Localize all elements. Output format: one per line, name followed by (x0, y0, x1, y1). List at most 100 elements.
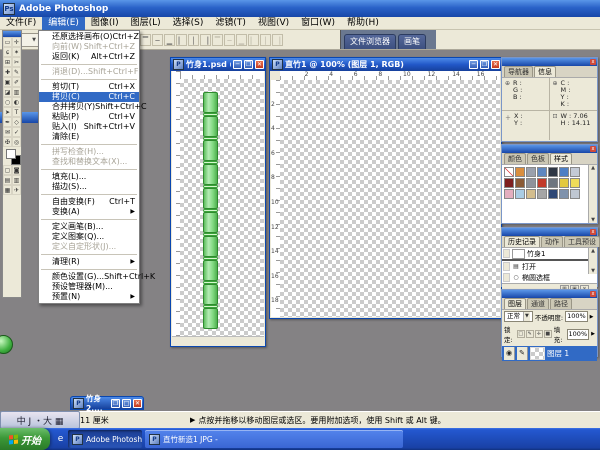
fill-value[interactable]: 100% (567, 329, 590, 340)
minwin-restore-button[interactable]: ❐ (111, 399, 120, 408)
doc1-canvas[interactable] (180, 79, 264, 337)
edit-menu-item-copy[interactable]: 拷贝(C)Ctrl+C (39, 92, 139, 102)
slider-arrow-icon[interactable]: ▶ (591, 331, 595, 337)
layers-tab-通道[interactable]: 通道 (527, 298, 549, 309)
history-brush-gutter[interactable] (503, 249, 510, 258)
style-swatch[interactable] (515, 189, 525, 199)
doc2-titlebar[interactable]: P 直竹1 @ 100% (图层 1, RGB) ─ ❐ ✕ (270, 58, 501, 71)
history-palette-titlebar[interactable]: x (502, 228, 597, 236)
style-swatch[interactable] (537, 167, 547, 177)
layer-row-selected[interactable]: ◉ ✎ 图层 1 (502, 346, 597, 361)
palette-well-tab-1[interactable]: 画笔 (398, 34, 426, 49)
layers-tab-图层[interactable]: 图层 (504, 298, 526, 309)
menubar-item-select[interactable]: 选择(S) (167, 17, 210, 30)
floating-green-orb-icon[interactable] (0, 335, 13, 354)
task-bamboo-image[interactable]: P直竹新造1 JPG - (145, 430, 403, 448)
style-swatch[interactable] (570, 189, 580, 199)
history-brush-tool[interactable]: ✐ (12, 77, 21, 87)
style-swatch[interactable] (548, 167, 558, 177)
lasso-tool[interactable]: ɕ (3, 47, 12, 57)
menubar-item-filter[interactable]: 滤镜(T) (209, 17, 252, 30)
close-icon[interactable]: x (590, 59, 596, 65)
path-selection-tool[interactable]: ➤ (3, 107, 12, 117)
app-titlebar[interactable]: Ps Adobe Photoshop (0, 0, 600, 17)
history-tab-历史记录[interactable]: 历史记录 (504, 236, 540, 247)
style-swatch[interactable] (548, 189, 558, 199)
menubar-item-edit[interactable]: 编辑(E) (42, 17, 85, 30)
fullscreen-mode-button[interactable]: ▥ (12, 175, 21, 185)
magic-wand-tool[interactable]: ✶ (12, 47, 21, 57)
scroll-down-icon[interactable]: ▼ (591, 217, 595, 223)
doc1-restore-button[interactable]: ❐ (244, 60, 253, 69)
style-swatch[interactable] (559, 167, 569, 177)
edit-menu-item-purge[interactable]: 清理(R)▶ (39, 257, 139, 267)
doc2-canvas[interactable] (280, 80, 500, 317)
edit-menu-item-paste[interactable]: 粘贴(P)Ctrl+V (39, 112, 139, 122)
foreground-color-swatch[interactable] (6, 149, 16, 159)
lock-button-2[interactable]: ✛ (535, 330, 543, 338)
edit-menu-item-paste-into[interactable]: 贴入(I)Shift+Ctrl+V (39, 122, 139, 132)
document-window-zhushen1[interactable]: P 竹身1.psd @ ... ─ ❐ ✕ (170, 57, 266, 347)
history-step-row[interactable]: ▤打开 (502, 261, 597, 272)
history-scrollbar[interactable]: ▲▼ (588, 248, 597, 274)
task-adobe-photoshop[interactable]: PAdobe Photoshop (68, 430, 142, 448)
history-tab-动作[interactable]: 动作 (541, 236, 563, 247)
eyedropper-tool[interactable]: ✓ (12, 127, 21, 137)
edit-menu-item-step-backward[interactable]: 返回(K)Alt+Ctrl+Z (39, 52, 139, 62)
menubar-item-help[interactable]: 帮助(H) (341, 17, 385, 30)
history-step-row[interactable]: ○椭圆选框 (502, 272, 597, 283)
edit-menu-item-preferences[interactable]: 预置(N)▶ (39, 292, 139, 302)
layers-palette-titlebar[interactable]: x (502, 290, 597, 298)
doc1-close-button[interactable]: ✕ (255, 60, 264, 69)
menubar-item-window[interactable]: 窗口(W) (295, 17, 341, 30)
edit-menu-item-cut[interactable]: 剪切(T)Ctrl+X (39, 82, 139, 92)
styles-tab-颜色[interactable]: 颜色 (504, 153, 526, 164)
notes-tool[interactable]: ✉ (3, 127, 12, 137)
info-tab-信息[interactable]: 信息 (534, 66, 556, 77)
screen-mode-button[interactable]: ▤ (3, 175, 12, 185)
ie-quicklaunch-icon[interactable]: e (54, 432, 67, 446)
edit-menu-item-fill[interactable]: 填充(L)... (39, 172, 139, 182)
style-swatch[interactable] (537, 178, 547, 188)
style-swatch[interactable] (515, 178, 525, 188)
edit-menu-item-stroke[interactable]: 描边(S)... (39, 182, 139, 192)
custom-shape-tool[interactable]: ◇ (12, 117, 21, 127)
opacity-value[interactable]: 100% (565, 311, 588, 322)
zoom-tool[interactable]: ◎ (12, 137, 21, 147)
healing-brush-tool[interactable]: ✚ (3, 67, 12, 77)
style-swatch[interactable] (504, 178, 514, 188)
edit-menu-item-define-brush[interactable]: 定义画笔(B)... (39, 222, 139, 232)
style-swatch[interactable] (526, 167, 536, 177)
edit-menu-item-clear[interactable]: 清除(E) (39, 132, 139, 142)
lock-button-1[interactable]: ✎ (526, 330, 534, 338)
start-button[interactable]: 开始 (0, 428, 50, 450)
scroll-up-icon[interactable]: ▲ (591, 165, 595, 171)
scroll-down-icon[interactable]: ▼ (591, 268, 595, 274)
edit-menu-item-free-transform[interactable]: 自由变换(F)Ctrl+T (39, 197, 139, 207)
lock-button-3[interactable]: ■ (544, 330, 552, 338)
ime-toolbar[interactable]: 中 J ・大 ▦ (0, 411, 80, 429)
menubar-item-layer[interactable]: 图层(L) (125, 17, 167, 30)
standard-mode-button[interactable]: ▢ (3, 165, 12, 175)
blend-mode-select[interactable]: 正常▼ (504, 311, 533, 322)
styles-scrollbar[interactable]: ▲▼ (588, 165, 597, 223)
info-palette-titlebar[interactable]: x (502, 58, 597, 66)
minwin-close-button[interactable]: ✕ (133, 399, 142, 408)
align-bottom-icon[interactable]: ▁ (164, 34, 175, 46)
styles-tab-色板[interactable]: 色板 (527, 153, 549, 164)
brush-tool[interactable]: ✎ (12, 67, 21, 77)
doc2-restore-button[interactable]: ❐ (480, 60, 489, 69)
minwin-maximize-button[interactable]: □ (122, 399, 131, 408)
history-brush-gutter[interactable] (503, 273, 510, 282)
hand-tool[interactable]: ✠ (3, 137, 12, 147)
minimized-document-window[interactable]: P 竹身2.... ❐ □ ✕ (70, 396, 144, 410)
styles-tab-样式[interactable]: 样式 (550, 153, 572, 164)
style-swatch[interactable] (515, 167, 525, 177)
style-swatch[interactable] (548, 178, 558, 188)
edit-menu-item-define-pattern[interactable]: 定义图案(Q)... (39, 232, 139, 242)
history-snapshot-row[interactable]: 竹身1 (502, 248, 597, 259)
clone-stamp-tool[interactable]: ▣ (3, 77, 12, 87)
style-swatch[interactable] (559, 178, 569, 188)
edit-menu-item-copy-merged[interactable]: 合并拷贝(Y)Shift+Ctrl+C (39, 102, 139, 112)
close-icon[interactable]: x (590, 146, 596, 152)
